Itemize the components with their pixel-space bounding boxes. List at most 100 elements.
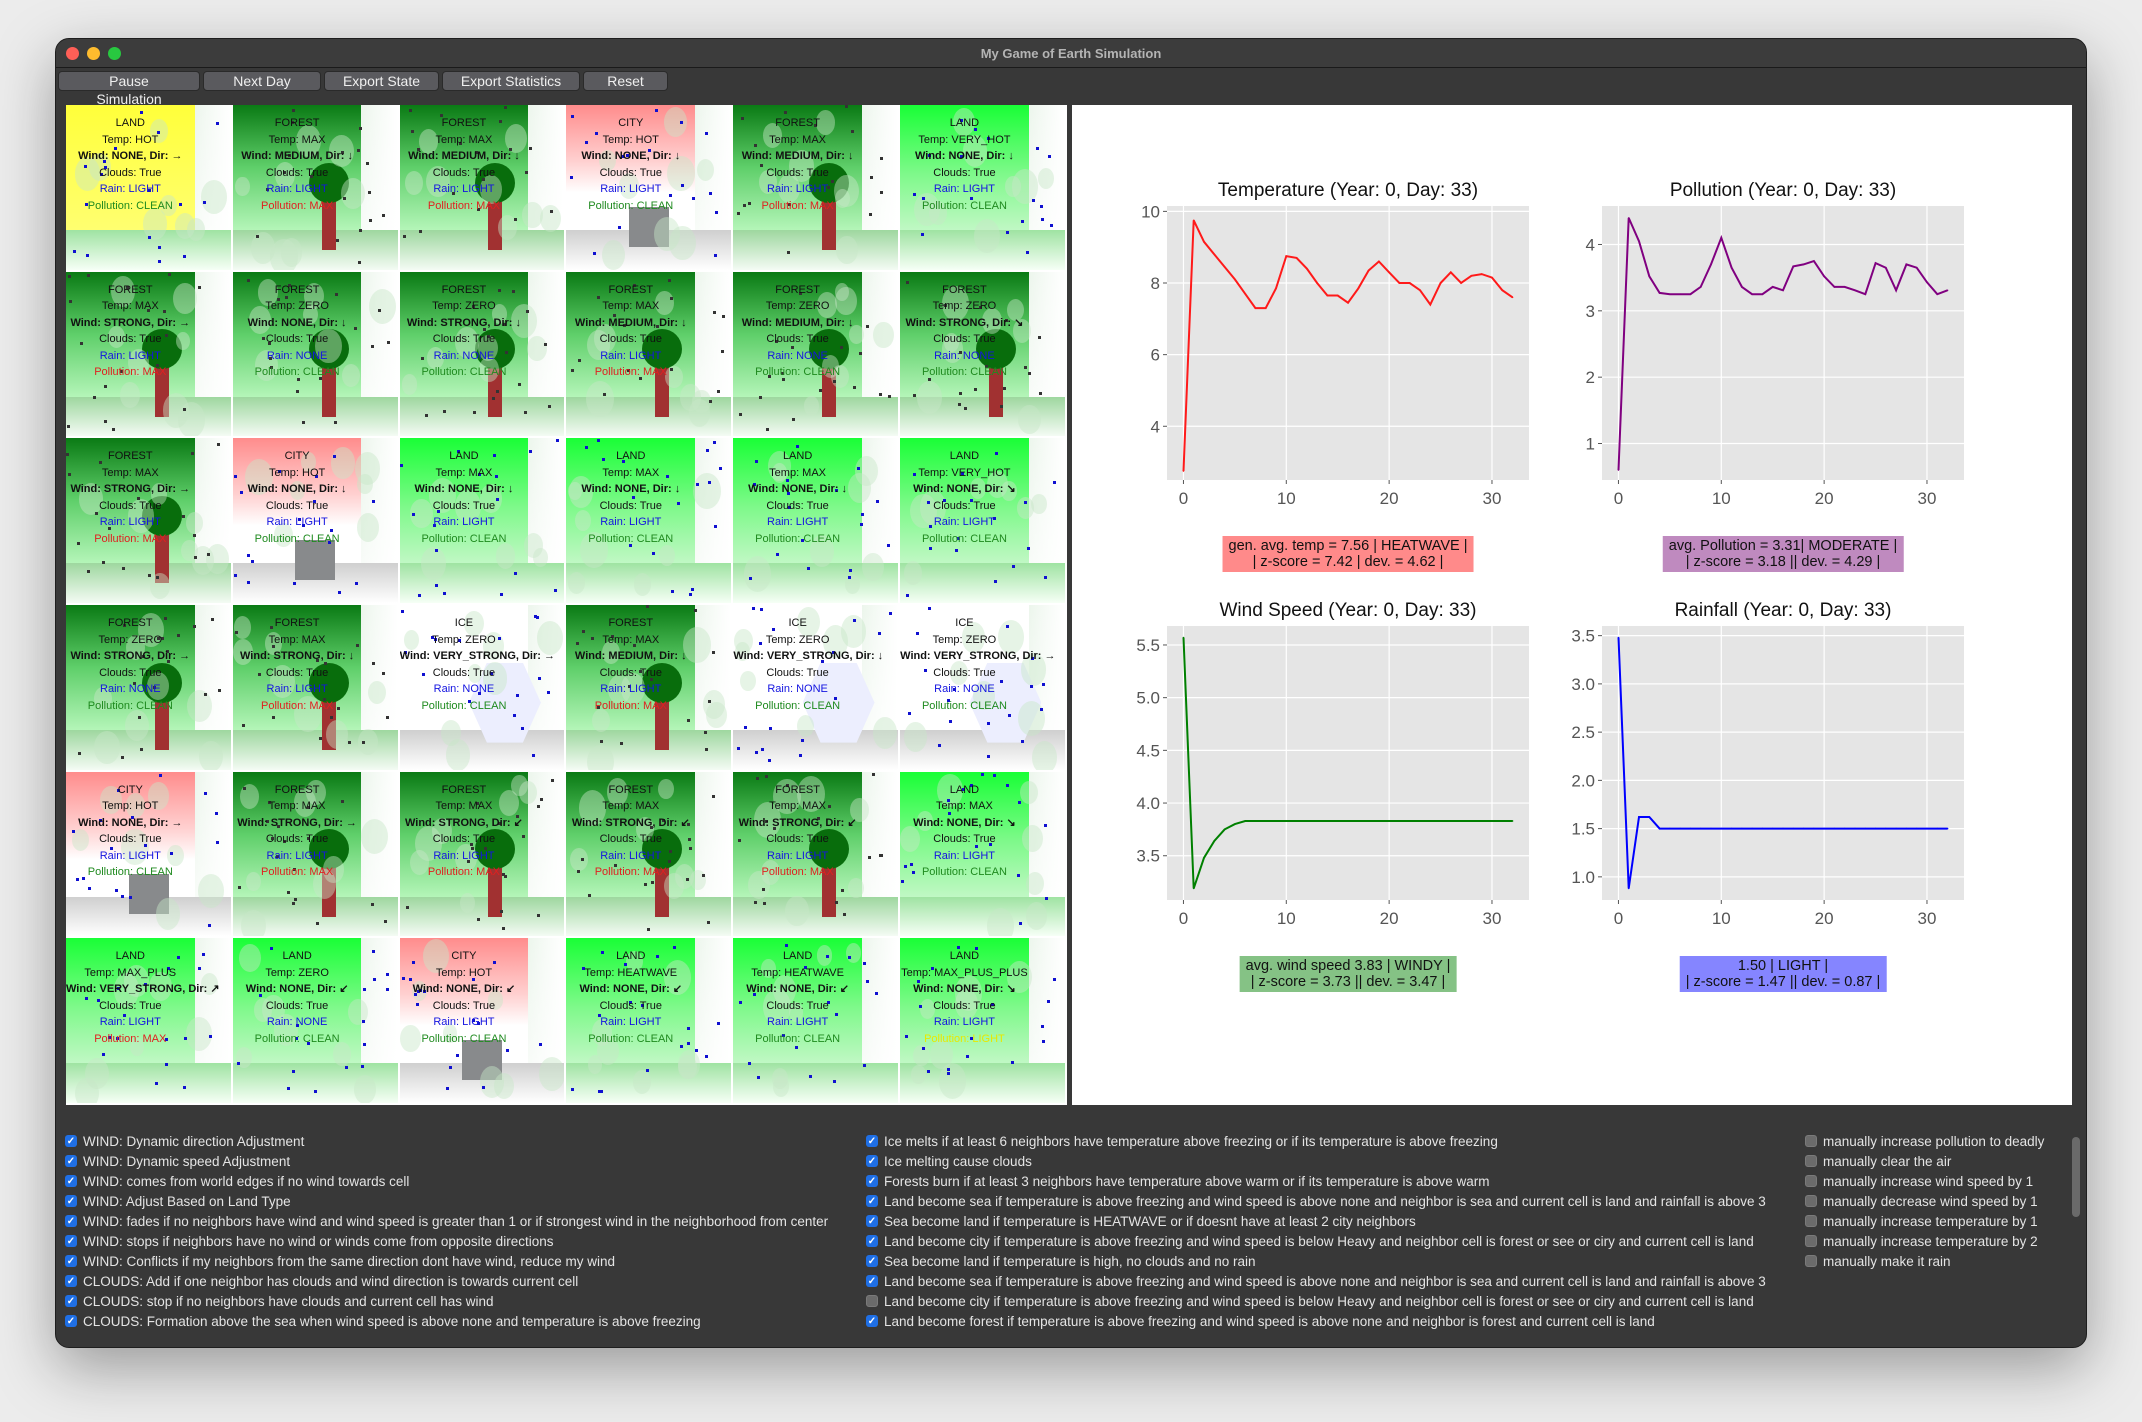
rule-checkbox-item[interactable]: ✓ WIND: Dynamic direction Adjustment — [65, 1131, 828, 1151]
grid-cell-forest[interactable]: FOREST Temp: MAX Wind: MEDIUM, Dir: ↓ Cloud… — [232, 105, 400, 272]
grid-cell-forest[interactable]: FOREST Temp: ZERO Wind: NONE, Dir: ↓ Clouds… — [232, 271, 400, 439]
grid-cell-forest[interactable]: FOREST Temp: ZERO Wind: MEDIUM, Dir: ↓ Clou… — [733, 271, 901, 439]
checkbox-checked-icon[interactable]: ✓ — [65, 1295, 77, 1307]
checkbox-unchecked-icon[interactable] — [1805, 1215, 1817, 1227]
rule-checkbox-item[interactable]: ✓ CLOUDS: Add if one neighbor has clouds … — [65, 1271, 828, 1291]
grid-cell-forest[interactable]: FOREST Temp: MAX Wind: STRONG, Dir: → Cloud… — [66, 271, 233, 439]
checkbox-checked-icon[interactable]: ✓ — [65, 1175, 77, 1187]
rule-checkbox-item[interactable]: manually decrease wind speed by 1 — [1805, 1191, 2044, 1211]
checkbox-unchecked-icon[interactable] — [1805, 1195, 1817, 1207]
rule-checkbox-item[interactable]: ✓ Land become sea if temperature is above… — [866, 1191, 1766, 1211]
rules-scrollbar[interactable] — [2072, 1137, 2080, 1217]
pause-simulation-button[interactable]: Pause Simulation — [58, 71, 200, 107]
minimize-window-button[interactable] — [87, 47, 100, 60]
checkbox-checked-icon[interactable]: ✓ — [65, 1195, 77, 1207]
checkbox-unchecked-icon[interactable] — [1805, 1255, 1817, 1267]
grid-cell-land[interactable]: LAND Temp: VERY_HOT Wind: NONE, Dir: ↘ Clou… — [900, 438, 1067, 605]
rule-checkbox-item[interactable]: Land become city if temperature is above… — [866, 1291, 1766, 1311]
checkbox-checked-icon[interactable]: ✓ — [866, 1195, 878, 1207]
zoom-window-button[interactable] — [108, 47, 121, 60]
rule-checkbox-item[interactable]: manually increase wind speed by 1 — [1805, 1171, 2044, 1191]
rule-checkbox-item[interactable]: manually increase pollution to deadly — [1805, 1131, 2044, 1151]
grid-cell-land[interactable]: LAND Temp: MAX_PLUS Wind: VERY_STRONG, Dir… — [66, 938, 233, 1105]
rule-checkbox-item[interactable]: ✓ Land become sea if temperature is above… — [866, 1271, 1766, 1291]
checkbox-unchecked-icon[interactable] — [866, 1295, 878, 1307]
grid-cell-forest[interactable]: FOREST Temp: MAX Wind: STRONG, Dir: ↙ Cloud… — [399, 771, 567, 939]
rule-checkbox-item[interactable]: ✓ WIND: fades if no neighbors have wind a… — [65, 1211, 828, 1231]
rule-checkbox-item[interactable]: manually increase temperature by 2 — [1805, 1231, 2044, 1251]
checkbox-checked-icon[interactable]: ✓ — [65, 1255, 77, 1267]
rule-checkbox-item[interactable]: ✓ Land become city if temperature is abov… — [866, 1231, 1766, 1251]
grid-cell-land[interactable]: LAND Temp: MAX Wind: NONE, Dir: ↓ Clouds: T… — [566, 438, 734, 605]
grid-cell-city[interactable]: CITY Temp: HOT Wind: NONE, Dir: ↓ Clouds: T… — [232, 438, 400, 605]
grid-cell-land[interactable]: LAND Temp: HEATWAVE Wind: NONE, Dir: ↙ Clou… — [733, 938, 901, 1105]
rule-checkbox-item[interactable]: ✓ Sea become land if temperature is high,… — [866, 1251, 1766, 1271]
rule-checkbox-item[interactable]: manually increase temperature by 1 — [1805, 1211, 2044, 1231]
close-window-button[interactable] — [66, 47, 79, 60]
grid-cell-forest[interactable]: FOREST Temp: MAX Wind: STRONG, Dir: ↙ Cloud… — [566, 771, 734, 939]
reset-button[interactable]: Reset — [583, 71, 668, 91]
grid-cell-forest[interactable]: FOREST Temp: ZERO Wind: STRONG, Dir: → Clou… — [66, 605, 233, 772]
checkbox-checked-icon[interactable]: ✓ — [866, 1235, 878, 1247]
checkbox-checked-icon[interactable]: ✓ — [866, 1215, 878, 1227]
grid-cell-forest[interactable]: FOREST Temp: MAX Wind: MEDIUM, Dir: ↓ Cloud… — [566, 605, 734, 772]
rule-checkbox-item[interactable]: ✓ WIND: Dynamic speed Adjustment — [65, 1151, 828, 1171]
checkbox-checked-icon[interactable]: ✓ — [866, 1315, 878, 1327]
title-bar[interactable]: My Game of Earth Simulation — [56, 39, 2086, 68]
grid-cell-ice[interactable]: ICE Temp: ZERO Wind: VERY_STRONG, Dir: ↓ Cl… — [733, 605, 901, 772]
rule-checkbox-item[interactable]: ✓ Ice melting cause clouds — [866, 1151, 1766, 1171]
grid-cell-land[interactable]: LAND Temp: HEATWAVE Wind: NONE, Dir: ↙ Clou… — [566, 938, 734, 1105]
rule-checkbox-item[interactable]: ✓ Land become forest if temperature is ab… — [866, 1311, 1766, 1331]
checkbox-checked-icon[interactable]: ✓ — [65, 1215, 77, 1227]
checkbox-unchecked-icon[interactable] — [1805, 1235, 1817, 1247]
rule-checkbox-item[interactable]: ✓ WIND: stops if neighbors have no wind o… — [65, 1231, 828, 1251]
checkbox-checked-icon[interactable]: ✓ — [866, 1155, 878, 1167]
grid-cell-forest[interactable]: FOREST Temp: MAX Wind: MEDIUM, Dir: ↓ Cloud… — [733, 105, 901, 272]
grid-cell-land[interactable]: LAND Temp: MAX_PLUS_PLUS Wind: NONE, Dir: … — [900, 938, 1067, 1105]
rule-checkbox-item[interactable]: ✓ CLOUDS: stop if no neighbors have cloud… — [65, 1291, 828, 1311]
grid-cell-forest[interactable]: FOREST Temp: ZERO Wind: STRONG, Dir: ↓ Clou… — [399, 271, 567, 439]
grid-cell-ice[interactable]: ICE Temp: ZERO Wind: VERY_STRONG, Dir: → Cl… — [900, 605, 1067, 772]
grid-cell-land[interactable]: LAND Temp: HOT Wind: NONE, Dir: → Clouds: T… — [66, 105, 233, 272]
grid-cell-land[interactable]: LAND Temp: MAX Wind: NONE, Dir: ↓ Clouds: T… — [733, 438, 901, 605]
grid-cell-city[interactable]: CITY Temp: HOT Wind: NONE, Dir: ↓ Clouds: T… — [566, 105, 734, 272]
checkbox-unchecked-icon[interactable] — [1805, 1135, 1817, 1147]
grid-cell-forest[interactable]: FOREST Temp: MAX Wind: MEDIUM, Dir: ↓ Cloud… — [566, 271, 734, 439]
rule-checkbox-item[interactable]: ✓ Sea become land if temperature is HEATW… — [866, 1211, 1766, 1231]
grid-cell-forest[interactable]: FOREST Temp: MAX Wind: MEDIUM, Dir: ↓ Cloud… — [399, 105, 567, 272]
checkbox-checked-icon[interactable]: ✓ — [65, 1155, 77, 1167]
checkbox-unchecked-icon[interactable] — [1805, 1175, 1817, 1187]
rule-checkbox-item[interactable]: ✓ CLOUDS: Formation above the sea when wi… — [65, 1311, 828, 1331]
rule-checkbox-item[interactable]: ✓ WIND: comes from world edges if no wind… — [65, 1171, 828, 1191]
rule-checkbox-item[interactable]: manually clear the air — [1805, 1151, 2044, 1171]
grid-cell-forest[interactable]: FOREST Temp: MAX Wind: STRONG, Dir: ↙ Cloud… — [733, 771, 901, 939]
checkbox-unchecked-icon[interactable] — [1805, 1155, 1817, 1167]
rule-checkbox-item[interactable]: ✓ WIND: Conflicts if my neighbors from th… — [65, 1251, 828, 1271]
grid-cell-land[interactable]: LAND Temp: MAX Wind: NONE, Dir: ↓ Clouds: T… — [399, 438, 567, 605]
checkbox-checked-icon[interactable]: ✓ — [65, 1135, 77, 1147]
checkbox-checked-icon[interactable]: ✓ — [866, 1255, 878, 1267]
grid-cell-land[interactable]: LAND Temp: MAX Wind: NONE, Dir: ↘ Clouds: T… — [900, 771, 1067, 939]
grid-cell-city[interactable]: CITY Temp: HOT Wind: NONE, Dir: → Clouds: T… — [66, 771, 233, 939]
checkbox-checked-icon[interactable]: ✓ — [65, 1315, 77, 1327]
grid-cell-forest[interactable]: FOREST Temp: MAX Wind: STRONG, Dir: → Cloud… — [66, 438, 233, 605]
export-state-button[interactable]: Export State — [324, 71, 439, 91]
checkbox-checked-icon[interactable]: ✓ — [866, 1135, 878, 1147]
checkbox-checked-icon[interactable]: ✓ — [866, 1175, 878, 1187]
grid-cell-land[interactable]: LAND Temp: ZERO Wind: NONE, Dir: ↙ Clouds: … — [232, 938, 400, 1105]
rule-checkbox-item[interactable]: manually make it rain — [1805, 1251, 2044, 1271]
next-day-button[interactable]: Next Day — [203, 71, 321, 91]
rule-checkbox-item[interactable]: ✓ Forests burn if at least 3 neighbors ha… — [866, 1171, 1766, 1191]
grid-cell-forest[interactable]: FOREST Temp: MAX Wind: STRONG, Dir: ↓ Cloud… — [232, 605, 400, 772]
rule-checkbox-item[interactable]: ✓ Ice melts if at least 6 neighbors have … — [866, 1131, 1766, 1151]
checkbox-checked-icon[interactable]: ✓ — [65, 1235, 77, 1247]
checkbox-checked-icon[interactable]: ✓ — [65, 1275, 77, 1287]
grid-cell-land[interactable]: LAND Temp: VERY_HOT Wind: NONE, Dir: ↓ Clou… — [900, 105, 1067, 272]
export-statistics-button[interactable]: Export Statistics — [442, 71, 580, 91]
grid-cell-forest[interactable]: FOREST Temp: MAX Wind: STRONG, Dir: → Cloud… — [232, 771, 400, 939]
checkbox-checked-icon[interactable]: ✓ — [866, 1275, 878, 1287]
grid-cell-ice[interactable]: ICE Temp: ZERO Wind: VERY_STRONG, Dir: → Cl… — [399, 605, 567, 772]
grid-cell-forest[interactable]: FOREST Temp: ZERO Wind: STRONG, Dir: ↘ Clou… — [900, 271, 1067, 439]
grid-cell-city[interactable]: CITY Temp: HOT Wind: NONE, Dir: ↙ Clouds: T… — [399, 938, 567, 1105]
rule-checkbox-item[interactable]: ✓ WIND: Adjust Based on Land Type — [65, 1191, 828, 1211]
